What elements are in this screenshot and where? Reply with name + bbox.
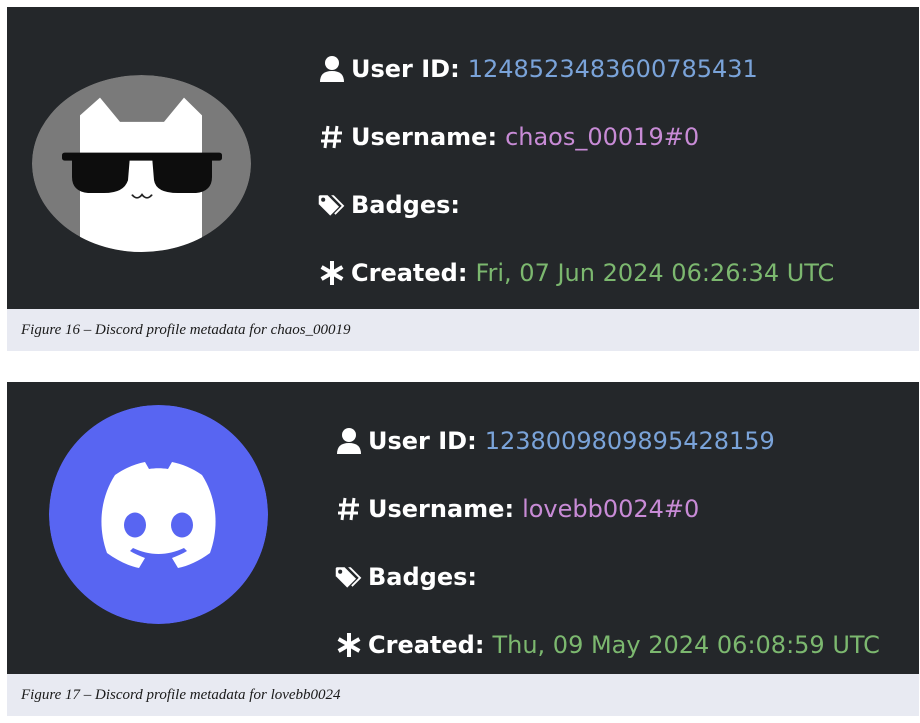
figure-caption: Figure 17 – Discord profile metadata for… [7,674,919,716]
avatar-cat [32,75,251,252]
caption-text: Figure 16 – Discord profile metadata for… [21,321,351,338]
hash-icon [334,494,364,524]
avatar-discord [49,405,268,624]
asterisk-icon [317,258,347,288]
profile-fields: User ID: 1248523483600785431 Username: c… [317,35,834,307]
profile-panel: User ID: 1248523483600785431 Username: c… [7,7,919,309]
user-id-row: User ID: 1248523483600785431 [317,35,834,103]
figure-17: User ID: 1238009809895428159 Username: l… [7,382,919,716]
profile-fields: User ID: 1238009809895428159 Username: l… [334,407,880,679]
badges-label: Badges: [368,563,478,591]
figure-16: User ID: 1248523483600785431 Username: c… [7,7,919,351]
user-icon [317,54,347,84]
cat-sunglasses-icon [32,75,251,252]
discord-logo-icon [49,405,268,624]
badges-row: Badges: [317,171,834,239]
user-icon [334,426,364,456]
user-id-row: User ID: 1238009809895428159 [334,407,880,475]
created-row: Created: Fri, 07 Jun 2024 06:26:34 UTC [317,239,834,307]
user-id-label: User ID: [351,55,460,83]
user-id-label: User ID: [368,427,477,455]
tags-icon [317,190,347,220]
asterisk-icon [334,630,364,660]
created-value: Thu, 09 May 2024 06:08:59 UTC [492,631,880,659]
created-label: Created: [368,631,485,659]
created-value: Fri, 07 Jun 2024 06:26:34 UTC [475,259,835,287]
badges-row: Badges: [334,543,880,611]
badges-label: Badges: [351,191,461,219]
username-label: Username: [351,123,498,151]
username-row: Username: chaos_00019#0 [317,103,834,171]
user-id-value: 1238009809895428159 [484,427,775,455]
created-label: Created: [351,259,468,287]
tags-icon [334,562,364,592]
username-row: Username: lovebb0024#0 [334,475,880,543]
username-value: chaos_00019#0 [505,123,700,151]
figure-caption: Figure 16 – Discord profile metadata for… [7,309,919,351]
caption-text: Figure 17 – Discord profile metadata for… [21,686,341,703]
created-row: Created: Thu, 09 May 2024 06:08:59 UTC [334,611,880,679]
username-value: lovebb0024#0 [522,495,700,523]
hash-icon [317,122,347,152]
username-label: Username: [368,495,515,523]
user-id-value: 1248523483600785431 [467,55,758,83]
profile-panel: User ID: 1238009809895428159 Username: l… [7,382,919,674]
